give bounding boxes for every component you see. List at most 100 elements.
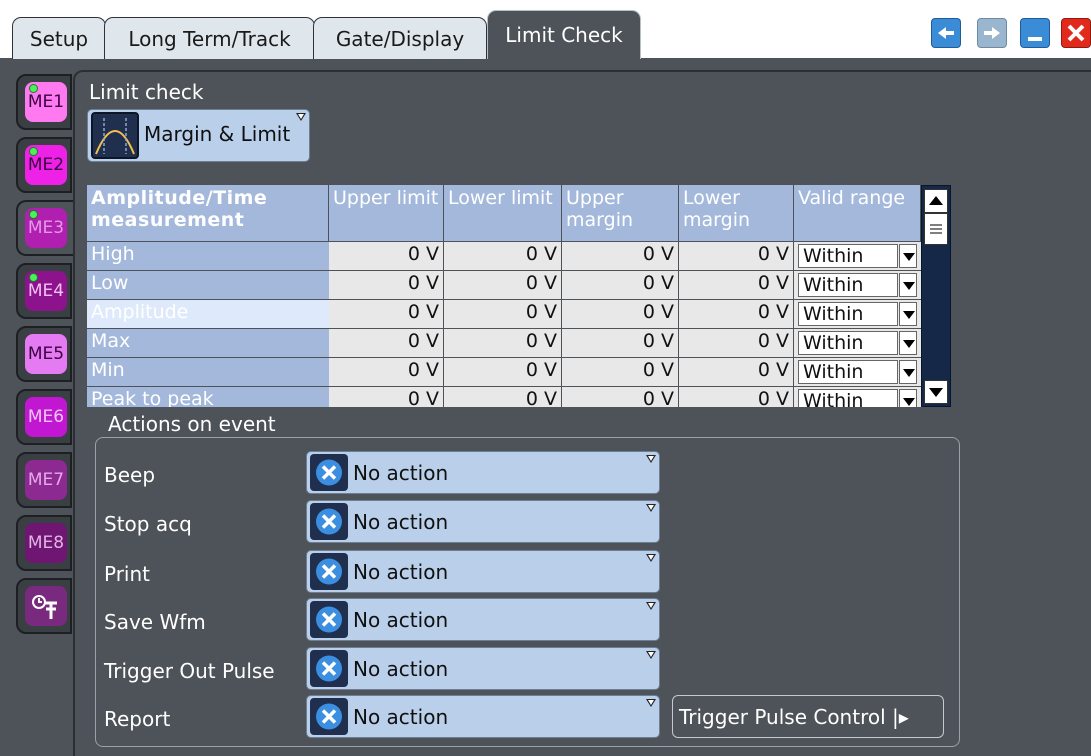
minimize-button[interactable]	[1020, 18, 1050, 48]
upper-limit-cell[interactable]: 0 V	[329, 329, 444, 357]
side-tab-me1[interactable]: ME 1	[16, 74, 72, 130]
side-tab-me5[interactable]: ME 5	[16, 326, 72, 382]
lower-limit-cell[interactable]: 0 V	[444, 387, 562, 407]
upper-limit-cell[interactable]: 0 V	[329, 387, 444, 407]
side-tab-me2[interactable]: ME 2	[16, 137, 72, 193]
upper-limit-cell[interactable]: 0 V	[329, 300, 444, 328]
upper-margin-cell[interactable]: 0 V	[562, 300, 679, 328]
lower-limit-cell[interactable]: 0 V	[444, 300, 562, 328]
lower-margin-cell[interactable]: 0 V	[679, 387, 794, 407]
action-label-save-wfm: Save Wfm	[104, 610, 206, 634]
limit-mode-value: Margin & Limit	[144, 122, 291, 146]
active-dot	[29, 147, 38, 156]
valid-range-select[interactable]: Within	[798, 360, 898, 384]
upper-margin-cell[interactable]: 0 V	[562, 271, 679, 299]
upper-margin-cell[interactable]: 0 V	[562, 242, 679, 270]
upper-limit-cell[interactable]: 0 V	[329, 242, 444, 270]
dropdown-arrow-icon[interactable]	[899, 389, 917, 407]
beep-action-select[interactable]: No action	[306, 451, 660, 494]
dropdown-arrow-icon[interactable]	[899, 302, 917, 326]
upper-limit-cell[interactable]: 0 V	[329, 271, 444, 299]
stop-acq-action-select[interactable]: No action	[306, 500, 660, 543]
tab-limit-check[interactable]: Limit Check	[487, 10, 641, 59]
scroll-thumb[interactable]	[924, 213, 948, 245]
me-number: 7	[53, 470, 65, 490]
valid-range-select[interactable]: Within	[798, 244, 898, 268]
lower-limit-cell[interactable]: 0 V	[444, 358, 562, 386]
side-tab-timer[interactable]	[16, 578, 72, 634]
close-button[interactable]	[1061, 18, 1091, 48]
table-row[interactable]: Max 0 V 0 V 0 V 0 V Within	[87, 329, 921, 358]
action-value: No action	[353, 560, 449, 584]
header-lower-margin: Lower margin	[679, 185, 794, 241]
table-row[interactable]: Min 0 V 0 V 0 V 0 V Within	[87, 358, 921, 387]
side-tab-me4[interactable]: ME 4	[16, 263, 72, 319]
no-action-icon	[310, 454, 348, 491]
tab-setup[interactable]: Setup	[12, 17, 106, 59]
table-row[interactable]: High 0 V 0 V 0 V 0 V Within	[87, 242, 921, 271]
no-action-icon	[310, 553, 348, 590]
me-label: ME	[27, 155, 54, 175]
action-label-stop-acq: Stop acq	[104, 512, 192, 536]
dropdown-arrow-icon[interactable]	[899, 244, 917, 268]
tab-gate-display[interactable]: Gate/Display	[313, 17, 487, 59]
measurement-name: Max	[87, 329, 329, 357]
limit-table: Amplitude/Time measurement Upper limit L…	[87, 185, 921, 407]
action-value: No action	[353, 608, 449, 632]
me-number: 3	[53, 218, 65, 238]
lower-limit-cell[interactable]: 0 V	[444, 329, 562, 357]
redo-button[interactable]	[977, 18, 1007, 48]
lower-limit-cell[interactable]: 0 V	[444, 271, 562, 299]
valid-range-select[interactable]: Within	[798, 389, 898, 407]
save-wfm-action-select[interactable]: No action	[306, 598, 660, 641]
upper-margin-cell[interactable]: 0 V	[562, 329, 679, 357]
valid-range-select[interactable]: Within	[798, 273, 898, 297]
side-tab-me6[interactable]: ME 6	[16, 389, 72, 445]
lower-margin-cell[interactable]: 0 V	[679, 329, 794, 357]
lower-limit-cell[interactable]: 0 V	[444, 242, 562, 270]
dropdown-arrow-icon[interactable]	[899, 331, 917, 355]
me-number: 6	[53, 407, 65, 427]
scroll-down-button[interactable]	[924, 380, 948, 404]
upper-margin-cell[interactable]: 0 V	[562, 387, 679, 407]
upper-limit-cell[interactable]: 0 V	[329, 358, 444, 386]
valid-range-cell: Within	[794, 329, 921, 357]
dialog-title: Measurements	[752, 12, 919, 36]
trigger-out-pulse-action-select[interactable]: No action	[306, 647, 660, 690]
redo-icon	[984, 27, 1000, 39]
table-scrollbar[interactable]	[921, 185, 951, 407]
table-row[interactable]: Peak to peak 0 V 0 V 0 V 0 V Within	[87, 387, 921, 407]
dropdown-indicator	[646, 602, 656, 610]
minimize-icon	[1028, 37, 1042, 41]
me-label: ME	[27, 281, 54, 301]
tab-long-term-track[interactable]: Long Term/Track	[104, 17, 315, 59]
lower-margin-cell[interactable]: 0 V	[679, 358, 794, 386]
me-label: ME	[27, 407, 54, 427]
table-row[interactable]: Low 0 V 0 V 0 V 0 V Within	[87, 271, 921, 300]
side-tab-me7[interactable]: ME 7	[16, 452, 72, 508]
lower-margin-cell[interactable]: 0 V	[679, 271, 794, 299]
me-number: 1	[53, 92, 65, 112]
table-row[interactable]: Amplitude 0 V 0 V 0 V 0 V Within	[87, 300, 921, 329]
report-action-select[interactable]: No action	[306, 695, 660, 738]
scroll-up-button[interactable]	[924, 189, 948, 213]
undo-button[interactable]	[931, 18, 961, 48]
side-tab-me3[interactable]: ME 3	[16, 200, 76, 256]
valid-range-select[interactable]: Within	[798, 331, 898, 355]
lower-margin-cell[interactable]: 0 V	[679, 300, 794, 328]
action-label-print: Print	[104, 562, 151, 586]
upper-margin-cell[interactable]: 0 V	[562, 358, 679, 386]
trigger-pulse-control-button[interactable]: Trigger Pulse Control |▸	[672, 695, 944, 738]
dropdown-arrow-icon[interactable]	[899, 360, 917, 384]
limit-mode-select[interactable]: Margin & Limit	[87, 109, 310, 162]
print-action-select[interactable]: No action	[306, 550, 660, 593]
margin-limit-icon	[91, 112, 139, 159]
undo-icon	[938, 27, 954, 39]
lower-margin-cell[interactable]: 0 V	[679, 242, 794, 270]
tab-label: Long Term/Track	[128, 26, 291, 51]
dropdown-arrow-icon[interactable]	[899, 273, 917, 297]
side-tab-me8[interactable]: ME 8	[16, 515, 72, 571]
valid-range-select[interactable]: Within	[798, 302, 898, 326]
me-label: ME	[27, 344, 54, 364]
active-dot	[29, 84, 38, 93]
